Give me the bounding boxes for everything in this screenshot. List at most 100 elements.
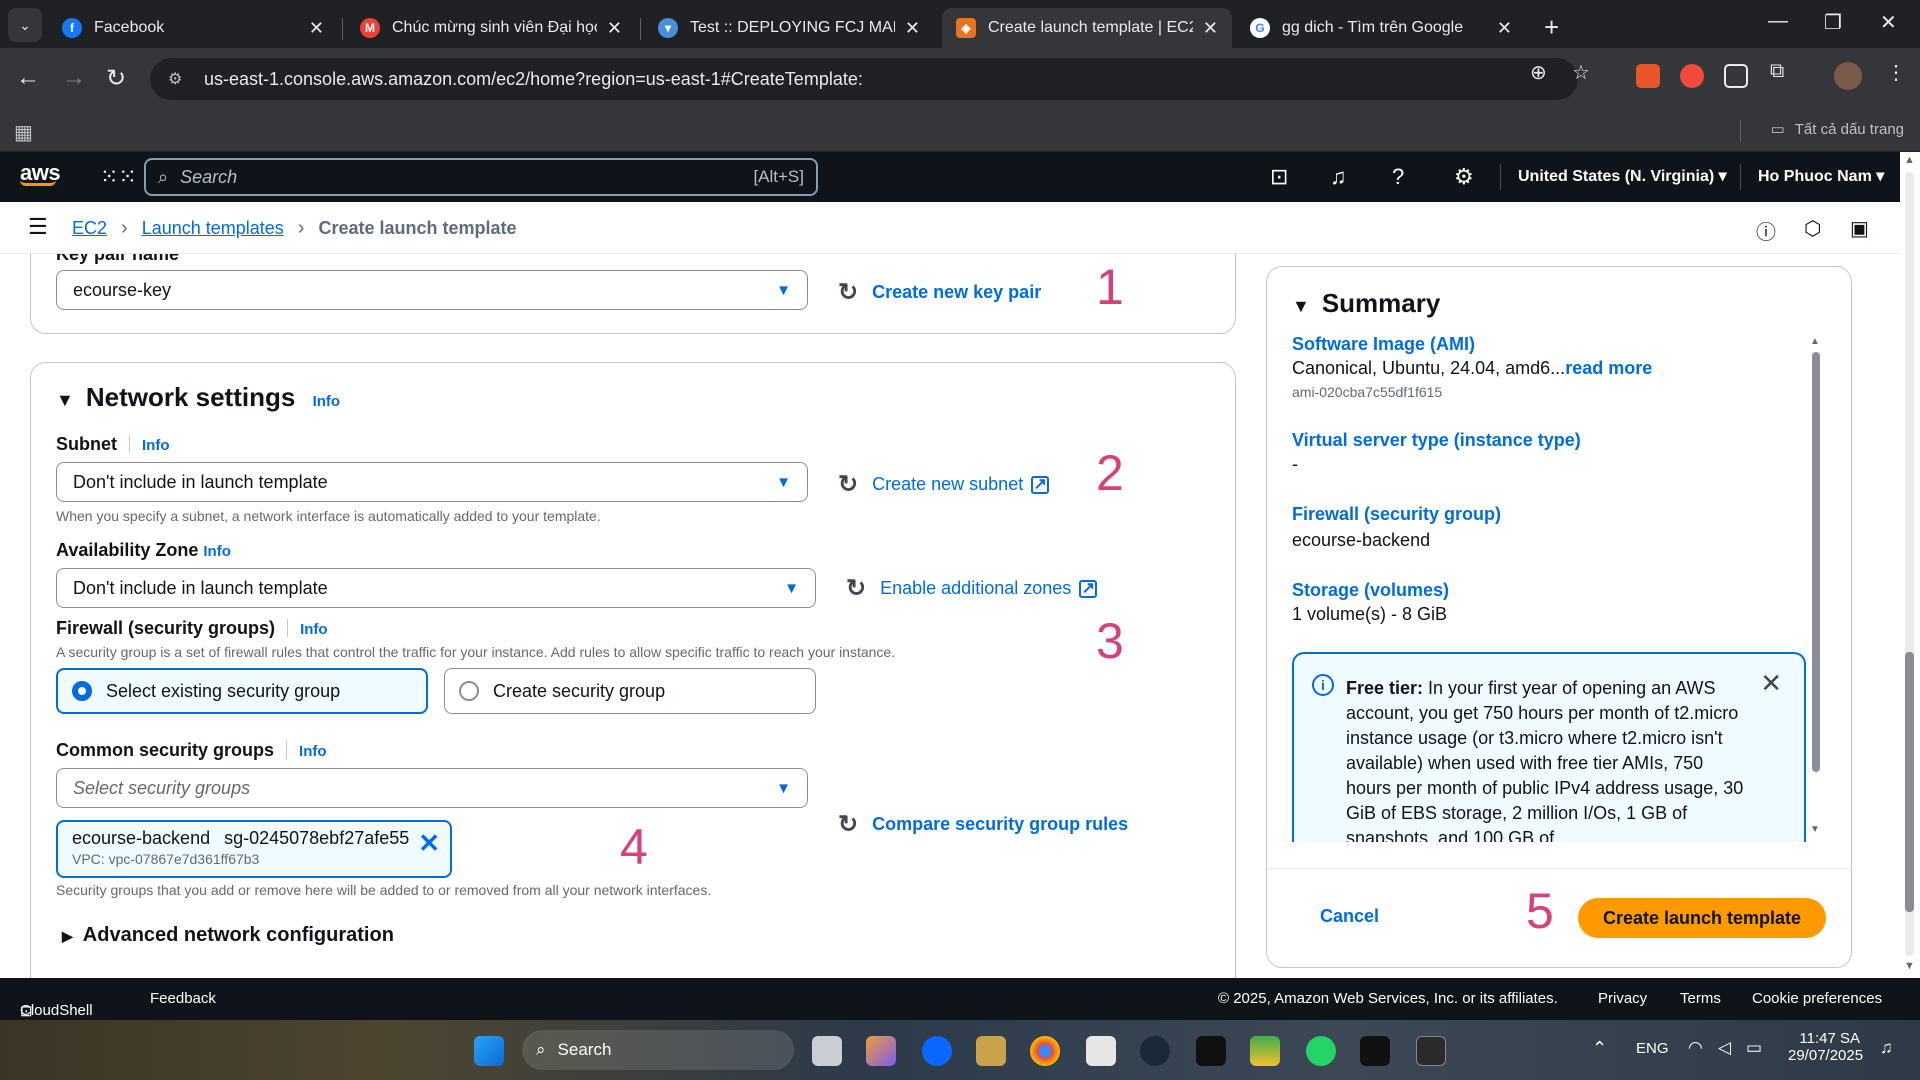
- tab-search-button[interactable]: ⌄: [8, 8, 42, 42]
- extension-icon[interactable]: [1636, 64, 1660, 88]
- forward-arrow-icon[interactable]: →: [62, 64, 86, 92]
- snipping-icon[interactable]: [1086, 1036, 1116, 1066]
- cookie-preferences-link[interactable]: Cookie preferences: [1752, 990, 1882, 1007]
- close-icon[interactable]: ✕: [1760, 668, 1782, 699]
- cloudshell-icon[interactable]: ⊡: [1270, 164, 1288, 190]
- restore-button[interactable]: ❐: [1824, 10, 1842, 35]
- info-circle-icon[interactable]: ⓘ: [1756, 216, 1776, 245]
- tab-facebook[interactable]: f Facebook ✕: [48, 8, 338, 48]
- account-menu[interactable]: Ho Phuoc Nam ▾: [1758, 166, 1884, 186]
- aws-search-input[interactable]: ⌕ Search [Alt+S]: [144, 158, 818, 196]
- compare-sg-rules-link[interactable]: ↻ Compare security group rules: [838, 810, 1128, 839]
- new-tab-button[interactable]: +: [1544, 12, 1559, 43]
- minimize-button[interactable]: —: [1768, 10, 1788, 33]
- puzzle-icon[interactable]: ⧉: [1770, 60, 1784, 83]
- breadcrumb-ec2[interactable]: EC2: [72, 218, 107, 239]
- summary-header[interactable]: ▼ Summary: [1292, 288, 1440, 319]
- info-link[interactable]: Info: [142, 437, 170, 454]
- create-sg-option[interactable]: Create security group: [444, 668, 816, 714]
- services-grid-icon[interactable]: ⁙⁙: [100, 164, 137, 190]
- create-subnet-link[interactable]: ↻ Create new subnet ↗: [838, 470, 1050, 499]
- close-icon[interactable]: ✕: [607, 18, 622, 39]
- advanced-network-expander[interactable]: ▶ Advanced network configuration: [62, 924, 394, 947]
- settings-hex-icon[interactable]: ⬡: [1804, 216, 1821, 241]
- qr-extension-icon[interactable]: [1724, 64, 1748, 88]
- steam-icon[interactable]: [1140, 1036, 1170, 1066]
- aws-logo[interactable]: aws: [20, 160, 61, 186]
- info-link[interactable]: Info: [299, 743, 327, 760]
- remove-token-icon[interactable]: ✕: [418, 828, 440, 859]
- subnet-select[interactable]: Don't include in launch template ▼: [56, 462, 808, 502]
- window-close-button[interactable]: ✕: [1880, 10, 1897, 35]
- chevron-up-icon[interactable]: ⌃: [1592, 1038, 1607, 1059]
- key-pair-select[interactable]: ecourse-key ▼: [56, 270, 808, 310]
- close-icon[interactable]: ✕: [1203, 18, 1218, 39]
- security-groups-select[interactable]: Select security groups ▼: [56, 768, 808, 808]
- select-existing-sg-option[interactable]: Select existing security group: [56, 668, 428, 714]
- bookmark-star-icon[interactable]: ☆: [1572, 60, 1590, 85]
- help-icon[interactable]: ?: [1392, 164, 1404, 190]
- language-indicator[interactable]: ENG: [1636, 1040, 1669, 1057]
- close-icon[interactable]: ✕: [309, 18, 324, 39]
- info-link[interactable]: Info: [203, 543, 231, 560]
- feedback-link[interactable]: Feedback: [150, 990, 216, 1007]
- league-icon[interactable]: [976, 1036, 1006, 1066]
- breadcrumb-launch-templates[interactable]: Launch templates: [142, 218, 284, 239]
- windows-start-icon[interactable]: [474, 1036, 504, 1066]
- radio-unselected[interactable]: [459, 681, 479, 701]
- epic-launcher-icon[interactable]: [1360, 1036, 1390, 1066]
- summary-storage-label[interactable]: Storage (volumes): [1292, 580, 1449, 601]
- battery-icon[interactable]: ▭: [1746, 1038, 1762, 1058]
- chrome-icon[interactable]: [1030, 1036, 1060, 1066]
- enable-zones-link[interactable]: ↻ Enable additional zones ↗: [846, 574, 1098, 603]
- task-view-icon[interactable]: [812, 1036, 842, 1066]
- address-bar[interactable]: ⚙ us-east-1.console.aws.amazon.com/ec2/h…: [150, 58, 1578, 100]
- scroll-up-icon[interactable]: ▲: [1810, 336, 1820, 347]
- speaker-icon[interactable]: ◁: [1718, 1038, 1731, 1058]
- terms-link[interactable]: Terms: [1680, 990, 1721, 1007]
- scroll-up-icon[interactable]: ▲: [1904, 154, 1915, 166]
- refresh-icon[interactable]: ↻: [846, 574, 866, 603]
- refresh-icon[interactable]: ↻: [838, 278, 858, 307]
- summary-ami-label[interactable]: Software Image (AMI): [1292, 334, 1475, 355]
- summary-instance-type-label[interactable]: Virtual server type (instance type): [1292, 430, 1581, 451]
- region-selector[interactable]: United States (N. Virginia) ▾: [1518, 166, 1727, 186]
- privacy-link[interactable]: Privacy: [1598, 990, 1647, 1007]
- all-bookmarks-button[interactable]: ▭ Tất cả dấu trang: [1771, 120, 1904, 139]
- tab-gmail[interactable]: M Chúc mừng sinh viên Đại học H ✕: [346, 8, 636, 48]
- page-scrollbar[interactable]: ▲ ▼: [1900, 152, 1920, 978]
- close-icon[interactable]: ✕: [1497, 18, 1512, 39]
- garena-icon[interactable]: [1250, 1036, 1280, 1066]
- info-link[interactable]: Info: [313, 393, 341, 410]
- availability-zone-select[interactable]: Don't include in launch template ▼: [56, 568, 816, 608]
- scroll-down-icon[interactable]: ▼: [1904, 960, 1915, 972]
- refresh-icon[interactable]: ↻: [838, 810, 858, 839]
- hamburger-menu-icon[interactable]: ☰: [28, 214, 48, 240]
- summary-firewall-label[interactable]: Firewall (security group): [1292, 504, 1501, 525]
- whatsapp-icon[interactable]: [1306, 1036, 1336, 1066]
- refresh-icon[interactable]: ↻: [838, 470, 858, 499]
- reload-icon[interactable]: ↻: [106, 64, 126, 93]
- cancel-button[interactable]: Cancel: [1320, 906, 1379, 927]
- radio-selected[interactable]: [72, 681, 92, 701]
- tab-create-launch-template[interactable]: ◈ Create launch template | EC2 | u ✕: [942, 8, 1232, 48]
- network-settings-header[interactable]: ▼ Network settings Info: [56, 382, 340, 413]
- create-key-pair-link[interactable]: ↻ Create new key pair: [838, 278, 1041, 307]
- bell-icon[interactable]: ♫: [1330, 164, 1347, 190]
- translate-icon[interactable]: ⊕: [1530, 60, 1547, 85]
- read-more-link[interactable]: read more: [1565, 358, 1652, 378]
- zalo-icon[interactable]: [922, 1036, 952, 1066]
- tab-test[interactable]: ▾ Test :: DEPLOYING FCJ MANAGE ✕: [644, 8, 934, 48]
- feedback-screen-icon[interactable]: ▣: [1850, 216, 1869, 241]
- close-icon[interactable]: ✕: [905, 18, 920, 39]
- info-link[interactable]: Info: [300, 621, 328, 638]
- notification-bell-icon[interactable]: ♫: [1880, 1038, 1893, 1058]
- taskbar-search[interactable]: ⌕ Search: [522, 1030, 794, 1070]
- more-menu-icon[interactable]: ⋮: [1886, 60, 1906, 85]
- site-info-icon[interactable]: ⚙: [168, 69, 188, 89]
- tab-google[interactable]: G gg dich - Tìm trên Google ✕: [1236, 8, 1526, 48]
- clock[interactable]: 11:47 SA 29/07/2025: [1788, 1030, 1863, 1064]
- extension-icon[interactable]: [1680, 64, 1704, 88]
- back-arrow-icon[interactable]: ←: [16, 64, 40, 92]
- profile-avatar[interactable]: [1834, 62, 1862, 90]
